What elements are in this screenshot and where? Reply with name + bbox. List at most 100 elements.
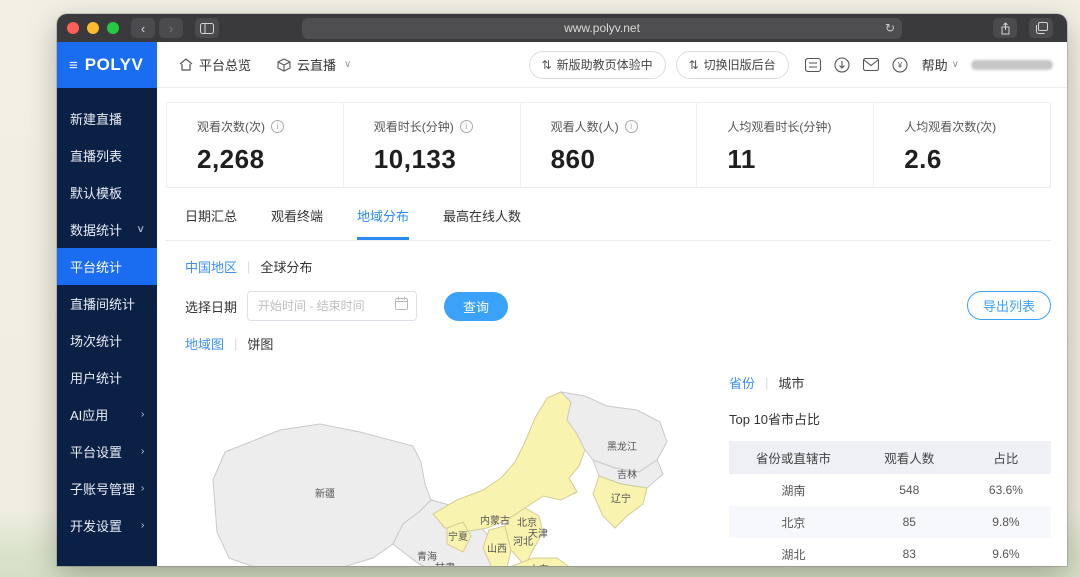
- address-bar[interactable]: www.polyv.net ↻: [302, 18, 902, 39]
- tab-overview-button[interactable]: [1029, 18, 1053, 38]
- col-share: 占比: [961, 441, 1051, 474]
- sidebar-item-default-template[interactable]: 默认模板: [57, 174, 157, 211]
- share-button[interactable]: [993, 18, 1017, 38]
- nav-cloud-live[interactable]: 云直播 ∨: [277, 55, 351, 74]
- menu-collapse-icon[interactable]: ≡: [69, 57, 78, 74]
- mail-icon[interactable]: [863, 58, 879, 71]
- nav-platform-overview[interactable]: 平台总览: [179, 55, 251, 74]
- home-icon: [179, 58, 193, 71]
- stat-value: 2.6: [904, 144, 1050, 175]
- chart-view-toggle: 地域图 | 饼图: [185, 334, 1051, 353]
- query-button[interactable]: 查询: [444, 292, 508, 321]
- divider: |: [765, 375, 768, 390]
- map-label-xinjiang: 新疆: [315, 487, 335, 500]
- close-window-button[interactable]: [67, 22, 79, 34]
- zoom-window-button[interactable]: [107, 22, 119, 34]
- toggle-global-distribution[interactable]: 全球分布: [260, 257, 312, 276]
- tab-max-online[interactable]: 最高在线人数: [443, 206, 521, 240]
- stat-value: 2,268: [197, 144, 343, 175]
- sidebar-item-session-stats[interactable]: 场次统计: [57, 322, 157, 359]
- stat-value: 11: [727, 144, 873, 175]
- sidebar-item-live-list[interactable]: 直播列表: [57, 137, 157, 174]
- map-label-shanxi: 山西: [487, 543, 507, 555]
- stat-label: 人均观看次数(次): [904, 118, 996, 135]
- map-label-liaoning: 辽宁: [611, 492, 631, 505]
- browser-forward-button[interactable]: ›: [159, 18, 183, 38]
- sidebar-item-data-stats[interactable]: 数据统计 ∨: [57, 211, 157, 248]
- col-province: 省份或直辖市: [729, 441, 858, 474]
- sidebar-item-platform-stats[interactable]: 平台统计: [57, 248, 157, 285]
- tab-region-distribution[interactable]: 地域分布: [357, 206, 409, 240]
- new-assistant-page-button[interactable]: ⇅ 新版助教页体验中: [529, 51, 666, 79]
- cell-viewers: 85: [858, 506, 961, 538]
- toggle-china-region[interactable]: 中国地区: [185, 257, 237, 276]
- polyv-logo[interactable]: ≡ POLYV: [57, 42, 157, 88]
- info-icon[interactable]: i: [271, 120, 284, 133]
- toggle-city[interactable]: 城市: [778, 373, 804, 392]
- province-neimenggu[interactable]: [433, 392, 585, 532]
- sidebar-item-label: 默认模板: [70, 183, 122, 202]
- sidebar-item-label: 数据统计: [70, 220, 122, 239]
- map-label-qinghai: 青海: [417, 550, 437, 563]
- info-icon[interactable]: i: [460, 120, 473, 133]
- stat-label: 观看次数(次): [197, 118, 265, 135]
- top10-panel: 省份 | 城市 Top 10省市占比 省份或直辖市 观看人数: [729, 373, 1051, 566]
- sidebar-item-ai-apps[interactable]: AI应用 ›: [57, 396, 157, 433]
- date-filter-label: 选择日期: [185, 297, 237, 316]
- toggle-pie-chart[interactable]: 饼图: [247, 334, 273, 353]
- traffic-lights: [67, 22, 119, 34]
- stat-value: 10,133: [374, 144, 520, 175]
- browser-back-button[interactable]: ‹: [131, 18, 155, 38]
- sidebar-item-platform-settings[interactable]: 平台设置 ›: [57, 433, 157, 470]
- info-icon[interactable]: i: [625, 120, 638, 133]
- cell-province: 湖北: [729, 538, 858, 566]
- download-icon[interactable]: [834, 57, 850, 73]
- sidebar-item-room-stats[interactable]: 直播间统计: [57, 285, 157, 322]
- browser-titlebar: ‹ › www.polyv.net ↻: [57, 14, 1067, 42]
- table-row: 北京 85 9.8%: [729, 506, 1051, 538]
- tab-view-terminal[interactable]: 观看终端: [271, 206, 323, 240]
- coin-icon[interactable]: ¥: [892, 57, 908, 73]
- chevron-down-icon: ∨: [136, 224, 145, 235]
- chevron-down-icon: ∨: [952, 59, 959, 70]
- date-range-input[interactable]: [247, 291, 417, 321]
- top10-table: 省份或直辖市 观看人数 占比 湖南 548 63.6%: [729, 441, 1051, 566]
- app-header: 平台总览 云直播 ∨ ⇅ 新版助教页体验中 ⇅ 切换旧版后: [157, 42, 1067, 88]
- switch-icon: ⇅: [689, 58, 699, 72]
- sidebar-item-label: 平台统计: [70, 257, 122, 276]
- account-name-redacted[interactable]: [971, 60, 1053, 70]
- tab-date-summary[interactable]: 日期汇总: [185, 206, 237, 240]
- calendar-icon[interactable]: [395, 297, 408, 315]
- stats-card: 观看次数(次)i 2,268 观看时长(分钟)i 10,133 观看人数(人)i…: [166, 102, 1051, 188]
- cell-province: 湖南: [729, 474, 858, 506]
- china-map: 新疆 黑龙江 吉林 辽宁 内蒙古 宁夏 山西 河北 北京 天津 山东: [195, 382, 740, 566]
- minimize-window-button[interactable]: [87, 22, 99, 34]
- divider: |: [234, 336, 237, 351]
- toggle-province[interactable]: 省份: [729, 373, 755, 392]
- tabs-icon: [1035, 22, 1048, 34]
- region-scope-toggle: 中国地区 | 全球分布: [185, 257, 1051, 276]
- sidebar-item-label: 平台设置: [70, 442, 122, 461]
- sidebar-toggle-button[interactable]: [195, 18, 219, 38]
- sidebar-item-dev-settings[interactable]: 开发设置 ›: [57, 507, 157, 544]
- sidebar-item-subaccount-mgmt[interactable]: 子账号管理 ›: [57, 470, 157, 507]
- sidebar-toggle-icon: [200, 23, 214, 34]
- sidebar-item-new-live[interactable]: 新建直播: [57, 100, 157, 137]
- map-label-beijing: 北京: [517, 516, 537, 529]
- browser-window: ‹ › www.polyv.net ↻: [57, 14, 1067, 566]
- switch-old-console-button[interactable]: ⇅ 切换旧版后台: [676, 51, 789, 79]
- divider: |: [247, 259, 250, 274]
- stat-watch-duration: 观看时长(分钟)i 10,133: [343, 103, 520, 187]
- svg-text:¥: ¥: [896, 61, 902, 70]
- document-icon[interactable]: [805, 58, 821, 72]
- toggle-region-map[interactable]: 地域图: [185, 334, 224, 353]
- top10-title: Top 10省市占比: [729, 409, 1051, 428]
- reload-icon[interactable]: ↻: [885, 21, 895, 35]
- pill-label: 切换旧版后台: [704, 56, 776, 73]
- help-menu[interactable]: 帮助 ∨: [922, 55, 959, 74]
- stat-avg-duration: 人均观看时长(分钟) 11: [696, 103, 873, 187]
- sidebar-nav: 新建直播 直播列表 默认模板 数据统计 ∨ 平台统计 直播间统计: [57, 88, 157, 544]
- sidebar-item-user-stats[interactable]: 用户统计: [57, 359, 157, 396]
- export-list-button[interactable]: 导出列表: [967, 291, 1051, 320]
- sidebar-item-label: 开发设置: [70, 516, 122, 535]
